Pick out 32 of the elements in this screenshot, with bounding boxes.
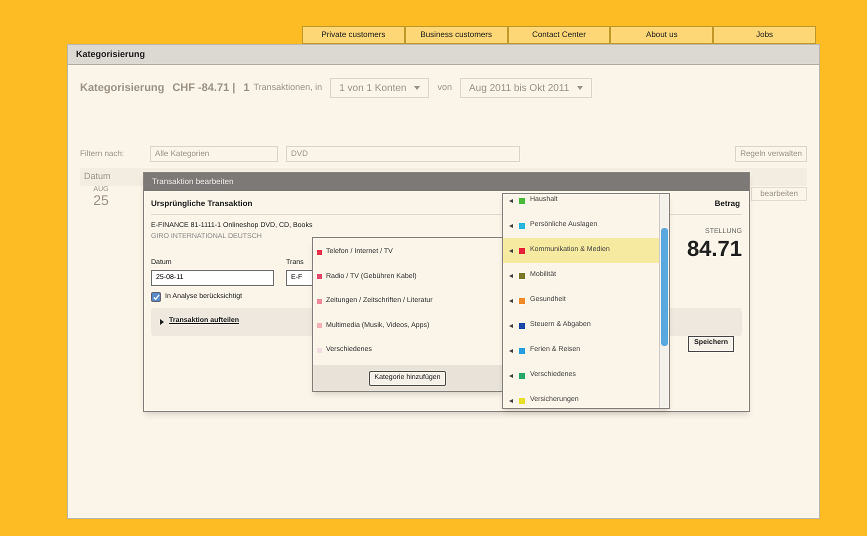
caret-icon: [577, 85, 584, 91]
amount-header: Betrag: [714, 198, 740, 210]
triangle-left-icon: [508, 222, 514, 228]
triangle-right-icon: [159, 318, 165, 324]
triangle-left-icon: [508, 398, 514, 404]
amount-value: 84.71: [686, 238, 742, 260]
filter-label: Filtern nach:: [80, 148, 126, 160]
from-label: von: [437, 81, 452, 94]
nav-tab[interactable]: About us: [610, 26, 714, 44]
section-title: Ursprüngliche Transaktion: [151, 198, 252, 210]
scrollbar-thumb[interactable]: [661, 228, 668, 346]
date-day: 25: [93, 193, 109, 207]
triangle-left-icon: [508, 348, 514, 354]
caret-icon: [414, 85, 420, 91]
scrollbar[interactable]: [659, 194, 669, 408]
triangle-left-icon: [508, 298, 514, 304]
dialog-title: Transaktion bearbeiten: [152, 176, 234, 188]
nav-tab[interactable]: Jobs: [713, 26, 816, 44]
checkbox[interactable]: [151, 292, 161, 302]
triangle-left-icon: [508, 272, 514, 278]
triangle-left-icon: [508, 372, 514, 378]
transaction-count: 1: [243, 80, 250, 96]
count-label: Transaktionen, in: [253, 81, 322, 94]
triangle-left-icon: [508, 248, 514, 254]
nav-tab[interactable]: Private customers: [302, 26, 405, 44]
summary-amount: CHF -84.71 |: [172, 80, 236, 96]
window-title: Kategorisierung: [76, 48, 146, 61]
nav-tab[interactable]: Contact Center: [508, 26, 610, 44]
summary-title: Kategorisierung: [80, 80, 164, 96]
nav-tab[interactable]: Business customers: [404, 26, 508, 44]
triangle-left-icon: [508, 198, 514, 204]
triangle-left-icon: [508, 322, 514, 328]
